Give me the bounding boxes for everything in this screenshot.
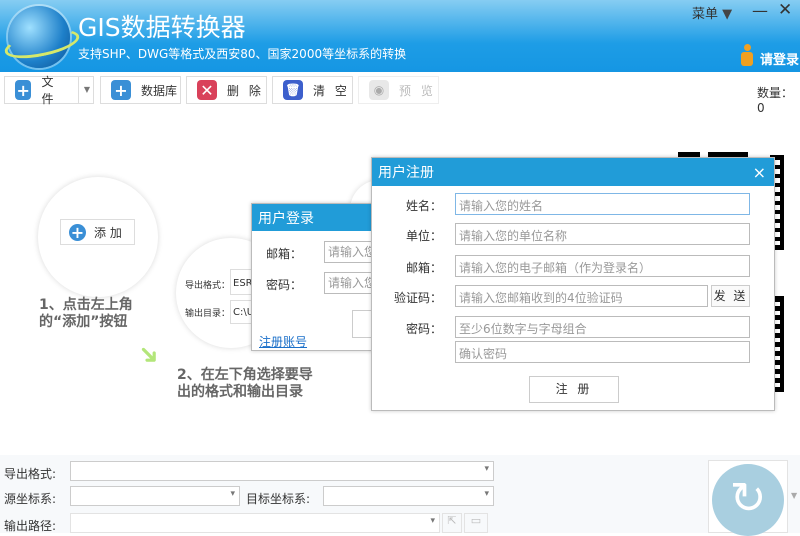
source-crs-select[interactable] bbox=[70, 486, 240, 506]
clear-label: 清 空 bbox=[313, 83, 350, 98]
guide-dir-label: 输出目录： bbox=[185, 309, 231, 319]
password-input[interactable]: 至少6位数字与字母组合 bbox=[455, 316, 750, 338]
database-label: 数据库 bbox=[141, 83, 178, 98]
add-label: 添 加 bbox=[94, 225, 122, 240]
preview-label: 预 览 bbox=[399, 83, 436, 98]
organization-label: 单位： bbox=[405, 229, 442, 243]
output-path-label: 输出路径: bbox=[4, 519, 57, 533]
globe-logo-icon bbox=[8, 6, 70, 68]
login-dialog: 用户登录 邮箱： 密码： 注册账号 bbox=[251, 203, 392, 351]
delete-label: 删 除 bbox=[227, 83, 264, 98]
app-subtitle: 支持SHP、DWG等格式及西安80、国家2000等坐标系的转换 bbox=[78, 47, 407, 61]
minimize-button[interactable]: — bbox=[752, 1, 768, 20]
convert-button[interactable]: ↻ bbox=[708, 460, 788, 536]
password-label: 密码： bbox=[405, 322, 442, 336]
delete-button[interactable]: ✕ 删 除 bbox=[186, 76, 267, 104]
register-dialog: 用户注册 × 姓名： 请输入您的姓名 单位： 请输入您的单位名称 邮箱： 请输入您… bbox=[371, 157, 775, 411]
login-dialog-title: 用户登录 bbox=[258, 210, 314, 227]
login-link[interactable]: 请登录 bbox=[760, 49, 799, 68]
organization-input[interactable]: 请输入您的单位名称 bbox=[455, 223, 750, 245]
eye-icon: ◉ bbox=[369, 80, 389, 100]
guide-add-button: + 添 加 bbox=[60, 219, 135, 245]
file-label: 文 件 bbox=[41, 75, 57, 106]
item-count: 数量：0 bbox=[757, 86, 794, 115]
menu-label: 菜单 bbox=[692, 7, 719, 22]
register-link[interactable]: 注册账号 bbox=[259, 333, 307, 350]
clear-button[interactable]: 🗑 清 空 bbox=[272, 76, 353, 104]
database-button[interactable]: + 数据库 bbox=[100, 76, 181, 104]
login-dialog-header: 用户登录 bbox=[252, 204, 375, 231]
name-label: 姓名： bbox=[405, 199, 442, 213]
source-crs-label: 源坐标系: bbox=[4, 492, 57, 506]
register-dialog-title: 用户注册 bbox=[378, 165, 434, 181]
login-password-label: 密码： bbox=[266, 278, 303, 292]
chevron-down-icon: ▼ bbox=[722, 7, 733, 22]
register-dialog-header: 用户注册 × bbox=[372, 158, 774, 186]
target-crs-label: 目标坐标系: bbox=[246, 492, 311, 506]
close-button[interactable]: ✕ bbox=[778, 0, 792, 20]
app-title: GIS数据转换器 bbox=[78, 13, 246, 42]
title-bar: GIS数据转换器 支持SHP、DWG等格式及西安80、国家2000等坐标系的转换… bbox=[0, 0, 800, 72]
plus-icon: + bbox=[69, 222, 86, 242]
user-icon bbox=[741, 44, 753, 66]
cursor-select-icon[interactable]: ⇱ bbox=[442, 513, 462, 533]
verification-code-label: 验证码： bbox=[393, 291, 442, 305]
login-email-label: 邮箱： bbox=[266, 247, 303, 261]
menu-button[interactable]: 菜单 ▼ bbox=[692, 3, 732, 22]
guide-format-label: 导出格式： bbox=[185, 281, 231, 291]
plus-icon: + bbox=[15, 80, 32, 100]
name-input[interactable]: 请输入您的姓名 bbox=[455, 193, 750, 215]
step1-text: 1、点击左上角 的“添加”按钮 bbox=[39, 297, 133, 330]
output-path-input[interactable] bbox=[70, 513, 440, 533]
bottom-panel: 导出格式: 源坐标系: 目标坐标系: 输出路径: ⇱ ▭ ↻ ▼ bbox=[0, 455, 800, 536]
email-input[interactable]: 请输入您的电子邮箱（作为登录名） bbox=[455, 255, 750, 277]
email-label: 邮箱： bbox=[405, 261, 442, 275]
send-code-button[interactable]: 发 送 bbox=[711, 285, 750, 307]
verification-code-input[interactable]: 请输入您邮箱收到的4位验证码 bbox=[455, 285, 708, 307]
export-format-select[interactable] bbox=[70, 461, 494, 481]
confirm-password-input[interactable]: 确认密码 bbox=[455, 341, 750, 363]
close-icon[interactable]: × bbox=[753, 163, 766, 182]
x-icon: ✕ bbox=[197, 80, 217, 100]
target-crs-select[interactable] bbox=[323, 486, 494, 506]
preview-button[interactable]: ◉ 预 览 bbox=[358, 76, 439, 104]
export-format-label: 导出格式: bbox=[4, 467, 57, 481]
arrow-icon: ➜ bbox=[130, 336, 168, 374]
convert-dropdown-icon[interactable]: ▼ bbox=[791, 491, 797, 500]
refresh-icon: ↻ bbox=[712, 464, 784, 536]
step2-text: 2、在左下角选择要导 出的格式和输出目录 bbox=[177, 367, 313, 400]
dropdown-arrow-icon[interactable]: ▼ bbox=[77, 77, 93, 103]
file-button[interactable]: + 文 件 ▼ bbox=[4, 75, 94, 106]
plus-icon: + bbox=[111, 80, 131, 100]
folder-icon[interactable]: ▭ bbox=[464, 513, 488, 533]
trash-icon: 🗑 bbox=[283, 80, 303, 100]
register-submit-button[interactable]: 注 册 bbox=[529, 376, 619, 403]
